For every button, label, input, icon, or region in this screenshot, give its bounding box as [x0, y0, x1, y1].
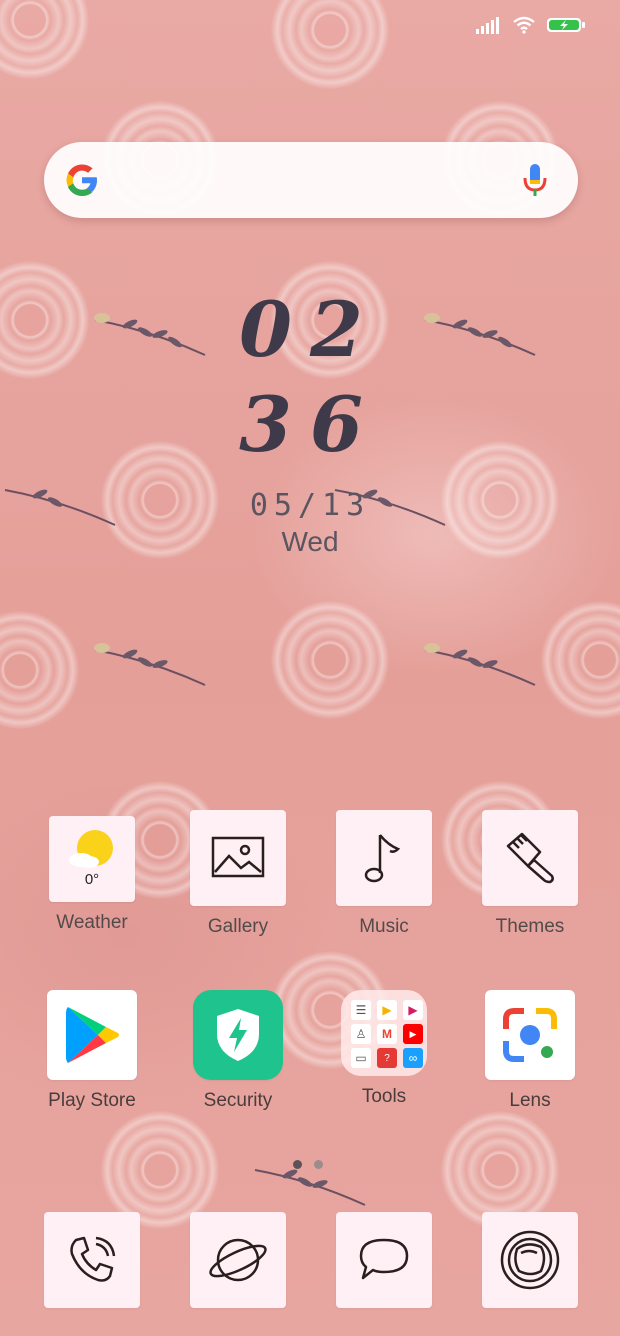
app-music[interactable]: Music [324, 810, 444, 938]
app-weather[interactable]: 0° Weather [32, 816, 152, 934]
dock-phone[interactable] [32, 1212, 152, 1308]
google-search-bar[interactable] [44, 142, 578, 218]
lace-decoration [540, 600, 620, 720]
camera-tile[interactable] [482, 1212, 578, 1308]
dock-messages[interactable] [324, 1212, 444, 1308]
play-store-icon [66, 1007, 119, 1063]
youtube-icon: ▶ [403, 1024, 423, 1044]
dock-camera[interactable] [470, 1212, 590, 1308]
music-note-icon [364, 834, 401, 883]
camera-aperture-icon [500, 1230, 560, 1290]
shield-bolt-icon [217, 1009, 259, 1061]
share-icon: ∞ [403, 1048, 423, 1068]
status-bar [476, 16, 586, 34]
weather-temperature: 0° [84, 871, 100, 888]
phone-icon [70, 1236, 116, 1282]
clock-day: Wed [281, 526, 339, 557]
page-dot[interactable] [314, 1160, 323, 1169]
contacts-icon: ♙ [351, 1024, 371, 1044]
folder-icon: ☰ ▶ ▶ ♙ M ▶ ▭ ? ∞ [341, 990, 427, 1076]
app-lens[interactable]: Lens [470, 990, 590, 1112]
dock-browser[interactable] [178, 1212, 298, 1308]
sprig-decoration [94, 643, 206, 686]
music-tile[interactable] [336, 810, 432, 906]
weather-sun-cloud-icon [69, 830, 113, 868]
planet-icon [209, 1238, 267, 1282]
app-security[interactable]: Security [178, 990, 298, 1112]
gmail-icon: M [377, 1024, 397, 1044]
lace-decoration [0, 610, 80, 730]
battery-charging-icon [547, 18, 585, 32]
clock-hours[interactable]: 02 [0, 285, 620, 374]
play-store-tile[interactable] [47, 990, 137, 1080]
app-label: Tools [361, 1086, 407, 1107]
app-label: Gallery [207, 916, 269, 937]
security-tile[interactable] [193, 990, 283, 1080]
browser-tile[interactable] [190, 1212, 286, 1308]
page-indicator[interactable] [293, 1160, 323, 1169]
page-dot-active[interactable] [293, 1160, 302, 1169]
lens-icon [503, 1008, 557, 1062]
app-label: Music [359, 916, 409, 937]
google-logo-icon [66, 164, 97, 196]
signal-icon [476, 17, 499, 34]
file-manager-icon: ☰ [351, 1000, 371, 1020]
recorder-icon: ▭ [351, 1048, 371, 1068]
app-label: Weather [56, 912, 128, 933]
app-label: Security [203, 1090, 273, 1111]
app-play-store[interactable]: Play Store [32, 990, 152, 1112]
play-movies-icon: ▶ [403, 1000, 423, 1020]
app-label: Play Store [48, 1090, 136, 1111]
wifi-icon [513, 16, 535, 34]
themes-tile[interactable] [482, 810, 578, 906]
tools-folder[interactable]: ☰ ▶ ▶ ♙ M ▶ ▭ ? ∞ [341, 990, 427, 1076]
gallery-tile[interactable] [190, 810, 286, 906]
paint-brush-icon [506, 832, 554, 884]
sprig-decoration [254, 1169, 366, 1206]
image-icon [211, 836, 265, 878]
app-label: Themes [495, 916, 565, 937]
microphone-icon[interactable] [522, 162, 548, 198]
app-themes[interactable]: Themes [470, 810, 590, 938]
notes-icon: ? [377, 1048, 397, 1068]
clock-minutes[interactable]: 36 [0, 380, 620, 469]
app-tools-folder[interactable]: ☰ ▶ ▶ ♙ M ▶ ▭ ? ∞ Tools [324, 990, 444, 1108]
messages-tile[interactable] [336, 1212, 432, 1308]
weather-tile[interactable]: 0° [49, 816, 135, 902]
lens-tile[interactable] [485, 990, 575, 1080]
clock-date: 05/13 [249, 488, 371, 523]
chat-bubble-icon [359, 1238, 409, 1280]
sprig-decoration [424, 643, 536, 686]
app-label: Lens [509, 1090, 551, 1111]
lace-decoration [0, 0, 90, 80]
app-gallery[interactable]: Gallery [178, 810, 298, 938]
lace-decoration [270, 600, 390, 720]
phone-tile[interactable] [44, 1212, 140, 1308]
google-play-icon: ▶ [377, 1000, 397, 1020]
lace-decoration [270, 0, 390, 90]
